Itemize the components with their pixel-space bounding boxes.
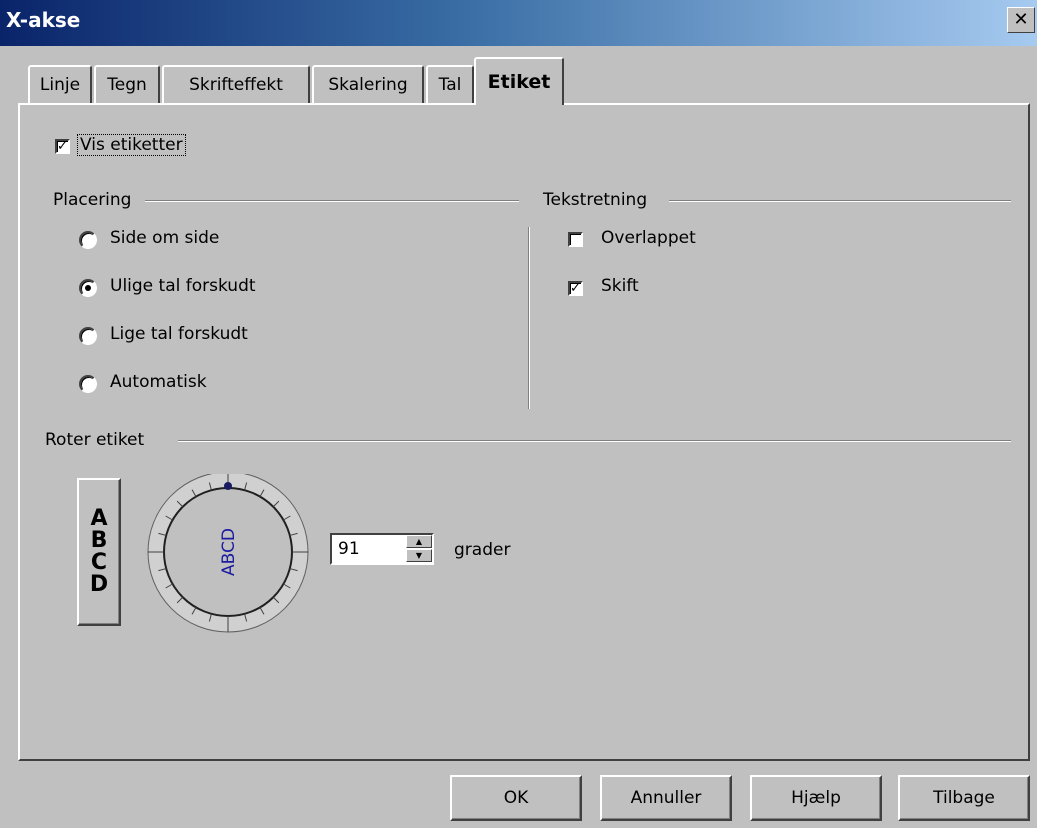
placement-radio-odd-offset[interactable]	[79, 279, 97, 297]
spin-up-icon: ▲	[415, 537, 423, 546]
tab-label: Skrifteffekt	[189, 75, 283, 95]
vertical-text-button[interactable]: A B C D	[77, 478, 121, 626]
tab-tegn[interactable]: Tegn	[94, 65, 160, 103]
spin-down-button[interactable]: ▼	[406, 549, 432, 562]
back-label: Tilbage	[933, 788, 995, 808]
degrees-unit-label: grader	[454, 540, 511, 560]
placement-divider	[145, 200, 519, 202]
tab-linje[interactable]: Linje	[28, 65, 92, 103]
ok-label: OK	[503, 788, 529, 808]
tab-label: Tegn	[107, 75, 147, 95]
spin-up-button[interactable]: ▲	[406, 535, 432, 548]
placement-radio-even-offset[interactable]	[79, 327, 97, 345]
tab-etiket[interactable]: Etiket	[474, 57, 564, 105]
show-labels-label[interactable]: Vis etiketter	[77, 134, 186, 156]
degrees-value[interactable]: 91	[338, 539, 360, 559]
text-direction-group-title: Tekstretning	[543, 190, 648, 210]
cancel-button[interactable]: Annuller	[600, 775, 732, 821]
placement-label-odd-offset[interactable]: Ulige tal forskudt	[110, 276, 256, 296]
rotation-dial[interactable]: ABCD	[143, 474, 313, 634]
back-button[interactable]: Tilbage	[898, 775, 1030, 821]
placement-radio-side-by-side[interactable]	[79, 231, 97, 249]
wrap-label[interactable]: Skift	[601, 276, 639, 296]
overlap-checkbox[interactable]	[568, 232, 583, 247]
placement-radio-automatic[interactable]	[79, 375, 97, 393]
tab-label: Skalering	[328, 75, 408, 95]
cancel-label: Annuller	[630, 788, 702, 808]
vertical-letter: C	[90, 550, 108, 575]
tab-label: Tal	[438, 75, 462, 95]
wrap-checkbox[interactable]: ✓	[568, 281, 583, 296]
placement-label-side-by-side[interactable]: Side om side	[110, 228, 219, 248]
tab-tal[interactable]: Tal	[426, 65, 474, 103]
close-icon: ✕	[1013, 9, 1029, 30]
rotate-group-title: Roter etiket	[45, 430, 145, 450]
group-separator	[528, 227, 530, 409]
degrees-spinbox[interactable]: 91 ▲ ▼	[330, 533, 434, 565]
text-direction-divider	[669, 200, 1011, 202]
tab-label: Etiket	[487, 71, 551, 93]
tab-skrifteffekt[interactable]: Skrifteffekt	[162, 65, 310, 103]
placement-label-automatic[interactable]: Automatisk	[110, 372, 207, 392]
vertical-letter: B	[90, 528, 108, 553]
vertical-letter: D	[89, 572, 109, 597]
ok-button[interactable]: OK	[450, 775, 582, 821]
dial-handle[interactable]	[224, 482, 232, 490]
dial-text: ABCD	[219, 528, 239, 576]
placement-label-even-offset[interactable]: Lige tal forskudt	[110, 324, 248, 344]
help-button[interactable]: Hjælp	[750, 775, 882, 821]
show-labels-checkbox[interactable]: ✓	[55, 139, 70, 154]
close-button[interactable]: ✕	[1007, 7, 1035, 33]
spin-down-icon: ▼	[415, 551, 423, 560]
vertical-letter: A	[90, 506, 108, 531]
tab-skalering[interactable]: Skalering	[312, 65, 424, 103]
placement-group-title: Placering	[53, 190, 132, 210]
title-bar[interactable]	[0, 0, 1037, 46]
tab-label: Linje	[39, 75, 81, 95]
help-label: Hjælp	[791, 788, 841, 808]
window-title: X-akse	[6, 8, 81, 32]
overlap-label[interactable]: Overlappet	[601, 228, 696, 248]
rotate-divider	[178, 440, 1011, 442]
